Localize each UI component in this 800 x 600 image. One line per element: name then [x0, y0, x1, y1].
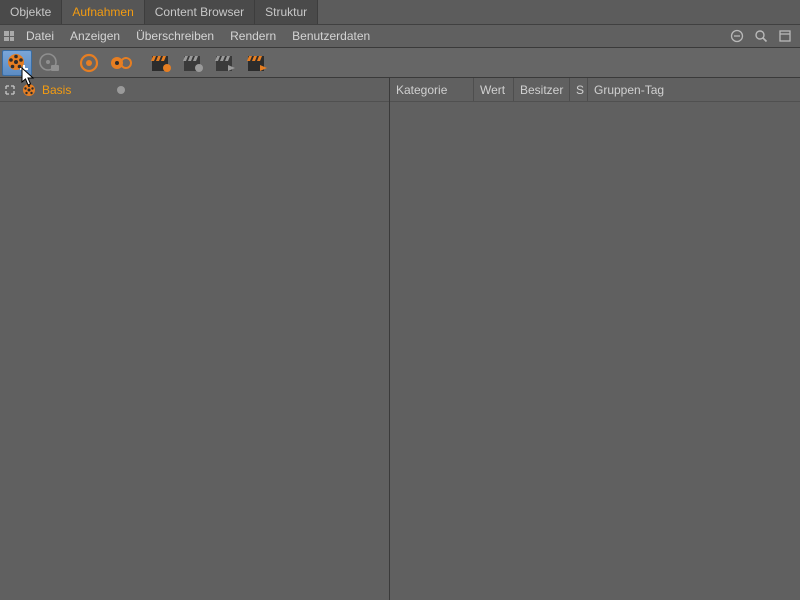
clapper-orange-icon	[150, 53, 172, 73]
col-besitzer[interactable]: Besitzer	[514, 78, 570, 101]
menubar: Datei Anzeigen Überschreiben Rendern Ben…	[0, 24, 800, 48]
tree-status-dot-icon	[117, 86, 125, 94]
tab-label: Objekte	[10, 5, 51, 19]
reel-plus-icon	[6, 52, 28, 74]
toolbar-new-take-b[interactable]	[34, 50, 64, 76]
menu-rendern[interactable]: Rendern	[222, 25, 284, 47]
tree-target-icon	[4, 84, 16, 96]
col-kategorie[interactable]: Kategorie	[390, 78, 474, 101]
col-s[interactable]: S	[570, 78, 588, 101]
toolbar-clapper-d[interactable]	[242, 50, 272, 76]
menu-benutzerdaten[interactable]: Benutzerdaten	[284, 25, 378, 47]
toolbar-clapper-c[interactable]	[210, 50, 240, 76]
panel-layout-icon[interactable]	[776, 27, 794, 45]
overrides-body[interactable]	[390, 102, 800, 600]
menu-label: Datei	[26, 29, 54, 43]
col-label: Kategorie	[396, 83, 447, 97]
column-headers: Kategorie Wert Besitzer S Gruppen-Tag	[390, 78, 800, 102]
panel-tabbar: Objekte Aufnahmen Content Browser Strukt…	[0, 0, 800, 24]
tab-aufnahmen[interactable]: Aufnahmen	[62, 0, 144, 24]
takes-tree-pane: Basis	[0, 78, 390, 600]
overrides-pane: Kategorie Wert Besitzer S Gruppen-Tag	[390, 78, 800, 600]
tab-objekte[interactable]: Objekte	[0, 0, 62, 24]
menu-label: Benutzerdaten	[292, 29, 370, 43]
col-gruppen-tag[interactable]: Gruppen-Tag	[588, 78, 800, 101]
toolbar-lock-take[interactable]	[106, 50, 136, 76]
tab-content-browser[interactable]: Content Browser	[145, 0, 255, 24]
toolbar	[0, 48, 800, 78]
col-label: S	[576, 83, 584, 97]
reel-ring-icon	[78, 52, 100, 74]
reel-link-icon	[109, 52, 133, 74]
tree-body[interactable]	[0, 102, 389, 600]
tab-label: Aufnahmen	[72, 5, 133, 19]
tab-label: Content Browser	[155, 5, 244, 19]
clapper-grey1-icon	[182, 53, 204, 73]
toolbar-clapper-b[interactable]	[178, 50, 208, 76]
menu-label: Anzeigen	[70, 29, 120, 43]
tree-item-label: Basis	[42, 83, 71, 97]
menu-label: Rendern	[230, 29, 276, 43]
menubar-grip-icon	[0, 31, 18, 41]
col-label: Besitzer	[520, 83, 563, 97]
toolbar-clapper-a[interactable]	[146, 50, 176, 76]
reel-rect-icon	[38, 52, 60, 74]
clapper-orange2-icon	[246, 53, 268, 73]
tab-struktur[interactable]: Struktur	[255, 0, 318, 24]
collapse-icon[interactable]	[728, 27, 746, 45]
toolbar-auto-take[interactable]	[74, 50, 104, 76]
col-wert[interactable]: Wert	[474, 78, 514, 101]
menu-anzeigen[interactable]: Anzeigen	[62, 25, 128, 47]
col-label: Wert	[480, 83, 505, 97]
menu-ueberschreiben[interactable]: Überschreiben	[128, 25, 222, 47]
toolbar-new-take[interactable]	[2, 50, 32, 76]
clapper-grey2-icon	[214, 53, 236, 73]
content-area: Basis Kategorie Wert Besitzer S Gruppen-…	[0, 78, 800, 600]
menu-label: Überschreiben	[136, 29, 214, 43]
tree-reel-icon	[22, 83, 36, 97]
search-icon[interactable]	[752, 27, 770, 45]
tree-row-basis[interactable]: Basis	[0, 78, 389, 102]
menu-datei[interactable]: Datei	[18, 25, 62, 47]
col-label: Gruppen-Tag	[594, 83, 664, 97]
tab-label: Struktur	[265, 5, 307, 19]
